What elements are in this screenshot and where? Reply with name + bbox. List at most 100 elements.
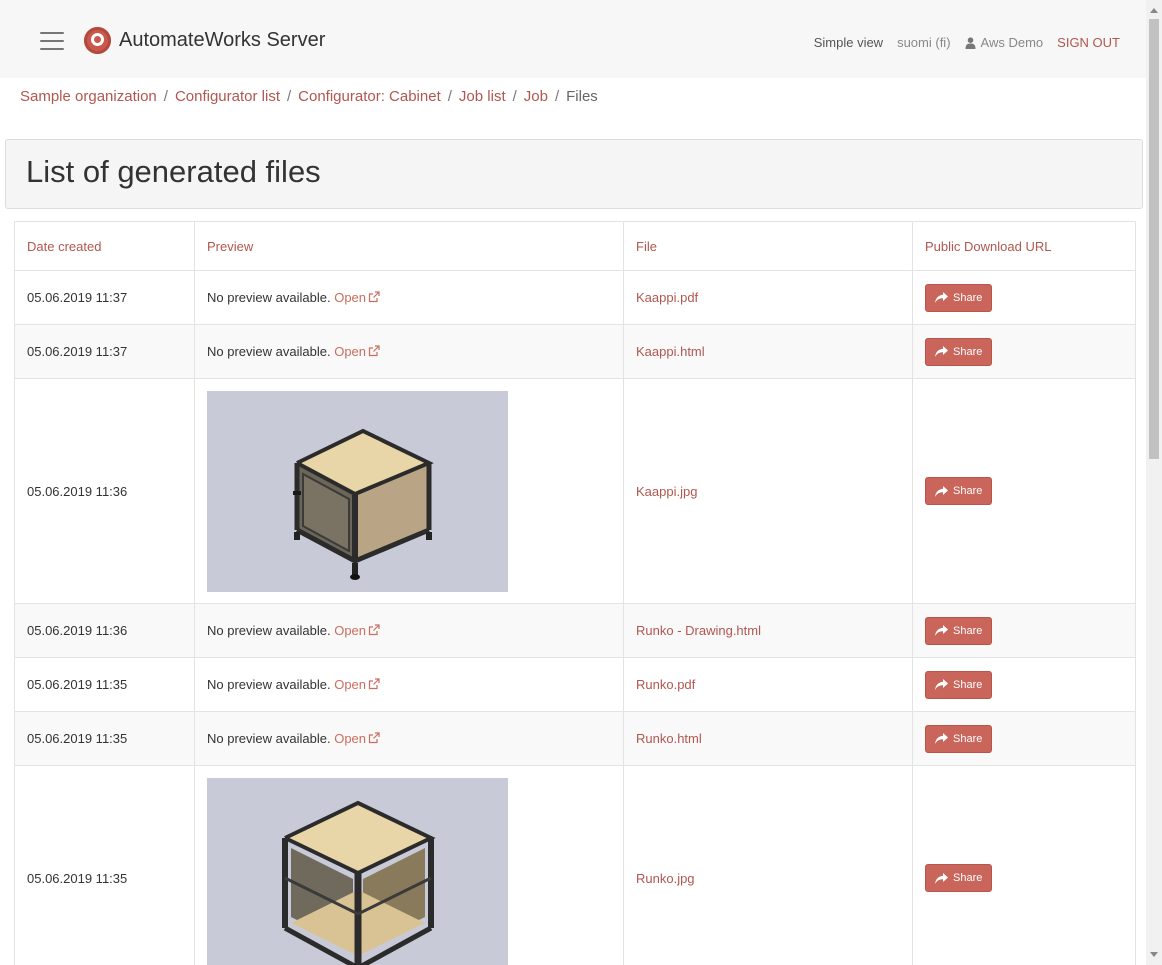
share-label: Share — [953, 291, 983, 304]
no-preview-text: No preview available. — [207, 731, 331, 746]
table-row: 05.06.2019 11:37 No preview available. O… — [14, 324, 1136, 379]
share-icon — [935, 872, 948, 884]
date-cell: 05.06.2019 11:36 — [14, 603, 195, 658]
share-button[interactable]: Share — [925, 616, 993, 645]
file-cell: Kaappi.html — [623, 324, 913, 379]
breadcrumb-separator: / — [512, 88, 517, 105]
user-name: Aws Demo — [980, 35, 1044, 50]
file-cell: Runko.pdf — [623, 657, 913, 712]
external-link-icon — [368, 678, 380, 690]
share-icon — [935, 485, 948, 497]
page-title-panel: List of generated files — [5, 139, 1143, 209]
breadcrumb-current: Files — [566, 88, 598, 105]
share-cell: Share — [912, 711, 1136, 766]
open-label: Open — [334, 623, 367, 638]
preview-cell: No preview available. Open — [194, 324, 624, 379]
breadcrumb-configurator-list[interactable]: Configurator list — [175, 88, 280, 105]
preview-cell: No preview available. Open — [194, 603, 624, 658]
user-icon — [965, 36, 976, 49]
file-link[interactable]: Runko - Drawing.html — [636, 623, 761, 638]
share-cell: Share — [912, 324, 1136, 379]
breadcrumb-separator: / — [286, 88, 292, 105]
sign-out-link[interactable]: SIGN OUT — [1057, 35, 1120, 50]
breadcrumb-job-list[interactable]: Job list — [459, 88, 506, 105]
preview-cell: No preview available. Open — [194, 711, 624, 766]
simple-view-link[interactable]: Simple view — [814, 35, 883, 50]
share-button[interactable]: Share — [925, 477, 993, 505]
breadcrumb: Sample organization / Configurator list … — [20, 88, 598, 105]
column-header-preview[interactable]: Preview — [194, 221, 624, 271]
share-button[interactable]: Share — [925, 724, 993, 753]
share-icon — [935, 679, 948, 690]
hamburger-menu-icon[interactable] — [40, 32, 64, 50]
automateworks-logo[interactable] — [84, 27, 111, 54]
cabinet-render — [207, 390, 508, 592]
vertical-scrollbar[interactable] — [1146, 0, 1162, 965]
open-link[interactable]: Open — [334, 344, 380, 359]
preview-cell — [194, 378, 624, 604]
top-navbar: AutomateWorks Server Simple view suomi (… — [0, 0, 1146, 78]
open-link[interactable]: Open — [334, 290, 380, 305]
share-cell: Share — [912, 657, 1136, 712]
app-title[interactable]: AutomateWorks Server — [119, 29, 325, 52]
date-cell: 05.06.2019 11:35 — [14, 765, 195, 965]
date-cell: 05.06.2019 11:35 — [14, 657, 195, 712]
open-label: Open — [334, 731, 367, 746]
scroll-up-arrow-icon[interactable] — [1150, 8, 1158, 13]
date-cell: 05.06.2019 11:37 — [14, 324, 195, 379]
file-link[interactable]: Kaappi.pdf — [636, 290, 698, 305]
table-row: 05.06.2019 11:37 No preview available. O… — [14, 270, 1136, 325]
share-cell: Share — [912, 270, 1136, 325]
share-button[interactable]: Share — [925, 283, 993, 312]
external-link-icon — [368, 345, 380, 357]
table-row: 05.06.2019 11:36 Kaappi.jpg Share — [14, 378, 1136, 604]
file-link[interactable]: Runko.jpg — [636, 871, 695, 886]
share-button[interactable]: Share — [925, 337, 993, 366]
user-menu[interactable]: Aws Demo — [965, 35, 1044, 50]
frame-render — [207, 777, 508, 965]
user-nav: Simple view suomi (fi) Aws Demo SIGN OUT — [814, 35, 1120, 50]
share-icon — [935, 346, 948, 357]
breadcrumb-organization[interactable]: Sample organization — [20, 88, 157, 105]
table-row: 05.06.2019 11:35 Runko.jpg Share — [14, 765, 1136, 965]
open-link[interactable]: Open — [334, 623, 380, 638]
date-cell: 05.06.2019 11:36 — [14, 378, 195, 604]
external-link-icon — [368, 732, 380, 744]
file-cell: Runko.jpg — [623, 765, 913, 965]
share-icon — [935, 625, 948, 636]
column-header-file[interactable]: File — [623, 221, 913, 271]
open-link[interactable]: Open — [334, 731, 380, 746]
language-selector[interactable]: suomi (fi) — [897, 35, 950, 50]
table-row: 05.06.2019 11:35 No preview available. O… — [14, 657, 1136, 712]
breadcrumb-job[interactable]: Job — [524, 88, 548, 105]
file-cell: Kaappi.jpg — [623, 378, 913, 604]
scrollbar-thumb[interactable] — [1149, 19, 1159, 459]
open-link[interactable]: Open — [334, 677, 380, 692]
preview-image-cabinet[interactable] — [207, 390, 508, 592]
column-header-public-url[interactable]: Public Download URL — [912, 221, 1136, 271]
share-icon — [935, 733, 948, 744]
open-label: Open — [334, 290, 367, 305]
table-row: 05.06.2019 11:36 No preview available. O… — [14, 603, 1136, 658]
file-link[interactable]: Kaappi.jpg — [636, 484, 697, 499]
no-preview-text: No preview available. — [207, 677, 331, 692]
table-row: 05.06.2019 11:35 No preview available. O… — [14, 711, 1136, 766]
file-link[interactable]: Runko.pdf — [636, 677, 695, 692]
share-label: Share — [953, 872, 983, 884]
file-link[interactable]: Runko.html — [636, 731, 702, 746]
preview-cell: No preview available. Open — [194, 270, 624, 325]
share-button[interactable]: Share — [925, 864, 993, 892]
breadcrumb-configurator[interactable]: Configurator: Cabinet — [298, 88, 441, 105]
file-cell: Runko - Drawing.html — [623, 603, 913, 658]
share-label: Share — [953, 732, 983, 745]
share-button[interactable]: Share — [925, 670, 993, 699]
file-link[interactable]: Kaappi.html — [636, 344, 705, 359]
external-link-icon — [368, 291, 380, 303]
files-table-container: Date created Preview File Public Downloa… — [14, 221, 1136, 965]
file-cell: Kaappi.pdf — [623, 270, 913, 325]
breadcrumb-separator: / — [554, 88, 560, 105]
preview-image-frame[interactable] — [207, 777, 508, 965]
share-label: Share — [953, 345, 983, 358]
column-header-date[interactable]: Date created — [14, 221, 195, 271]
scroll-down-arrow-icon[interactable] — [1150, 952, 1158, 957]
